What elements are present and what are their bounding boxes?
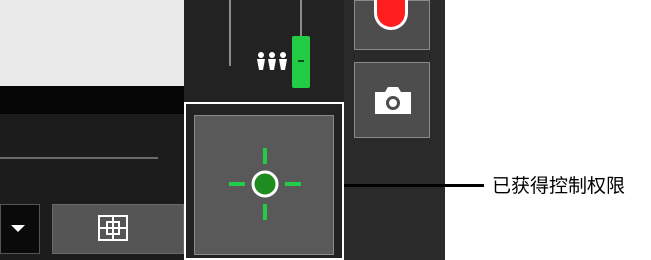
callout-line [344, 184, 484, 187]
slider-handle-mark [298, 60, 304, 62]
video-bottom-bar [0, 86, 184, 114]
callout-label: 已获得控制权限 [492, 175, 626, 197]
grid-toggle-button[interactable] [52, 204, 184, 254]
grid-icon [98, 215, 128, 241]
focus-button[interactable] [194, 115, 334, 255]
camera-icon [375, 87, 411, 114]
snapshot-button[interactable] [354, 62, 430, 138]
focus-target-icon [229, 148, 301, 220]
divider-line [0, 157, 158, 159]
level-slider-track[interactable] [300, 0, 302, 38]
video-preview [0, 0, 184, 86]
dropdown-button[interactable] [0, 204, 40, 254]
slider-track [229, 0, 231, 66]
chevron-down-icon [11, 225, 25, 232]
level-slider-handle[interactable] [292, 36, 310, 88]
people-icon [257, 52, 287, 70]
